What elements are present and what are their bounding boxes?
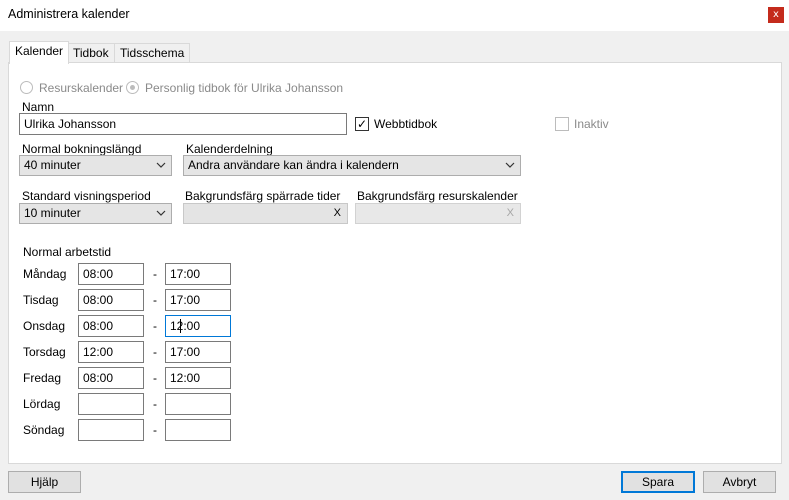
fredag-start-input[interactable]: 08:00 — [78, 367, 144, 389]
sharing-label: Kalenderdelning — [186, 142, 273, 156]
time-separator: - — [153, 423, 157, 437]
view-period-value: 10 minuter — [24, 206, 81, 220]
chevron-down-icon — [505, 162, 515, 168]
lordag-start-input[interactable] — [78, 393, 144, 415]
day-label-onsdag: Onsdag — [23, 319, 66, 333]
mandag-start-input[interactable]: 08:00 — [78, 263, 144, 285]
close-button[interactable]: x — [768, 7, 784, 23]
time-separator: - — [153, 345, 157, 359]
onsdag-start-input[interactable]: 08:00 — [78, 315, 144, 337]
window-title: Administrera kalender — [8, 7, 130, 21]
blocked-color-picker[interactable]: X — [183, 203, 348, 224]
fredag-end-input[interactable]: 12:00 — [165, 367, 231, 389]
torsdag-start-input[interactable]: 12:00 — [78, 341, 144, 363]
time-separator: - — [153, 319, 157, 333]
time-separator: - — [153, 267, 157, 281]
text-cursor — [180, 319, 181, 333]
cancel-button[interactable]: Avbryt — [703, 471, 776, 493]
sharing-select[interactable]: Andra användare kan ändra i kalendern — [183, 155, 521, 176]
name-label: Namn — [22, 100, 55, 114]
lordag-end-input[interactable] — [165, 393, 231, 415]
chevron-down-icon — [156, 210, 166, 216]
sharing-value: Andra användare kan ändra i kalendern — [188, 158, 399, 172]
webbtidbok-label: Webbtidbok — [374, 117, 438, 131]
day-label-sondag: Söndag — [23, 423, 65, 437]
onsdag-end-input[interactable]: 12:00 — [165, 315, 231, 337]
resource-color-picker[interactable]: X — [355, 203, 521, 224]
tab-panel-kalender: Resurskalender Personlig tidbok för Ulri… — [8, 62, 782, 464]
day-label-fredag: Fredag — [23, 371, 62, 385]
time-separator: - — [153, 293, 157, 307]
booking-length-label: Normal bokningslängd — [22, 142, 142, 156]
tab-kalender[interactable]: Kalender — [9, 41, 70, 64]
resource-calendar-label: Resurskalender — [39, 81, 124, 95]
resource-calendar-radio[interactable] — [20, 81, 33, 94]
blocked-color-clear-button[interactable]: X — [334, 207, 341, 219]
inaktiv-label: Inaktiv — [574, 117, 609, 131]
chevron-down-icon — [156, 162, 166, 168]
tisdag-end-input[interactable]: 17:00 — [165, 289, 231, 311]
sondag-start-input[interactable] — [78, 419, 144, 441]
tab-tidsschema[interactable]: Tidsschema — [114, 43, 191, 63]
working-hours-label: Normal arbetstid — [23, 245, 112, 259]
booking-length-select[interactable]: 40 minuter — [19, 155, 172, 176]
sondag-end-input[interactable] — [165, 419, 231, 441]
name-input[interactable]: Ulrika Johansson — [19, 113, 347, 135]
save-button[interactable]: Spara — [621, 471, 695, 493]
personal-calendar-label: Personlig tidbok för Ulrika Johansson — [145, 81, 344, 95]
day-label-lordag: Lördag — [23, 397, 61, 411]
time-separator: - — [153, 397, 157, 411]
tab-tidbok[interactable]: Tidbok — [67, 43, 115, 63]
torsdag-end-input[interactable]: 17:00 — [165, 341, 231, 363]
time-separator: - — [153, 371, 157, 385]
help-button[interactable]: Hjälp — [8, 471, 81, 493]
booking-length-value: 40 minuter — [24, 158, 81, 172]
day-label-torsdag: Torsdag — [23, 345, 66, 359]
blocked-color-label: Bakgrundsfärg spärrade tider — [185, 189, 341, 203]
inaktiv-checkbox[interactable] — [555, 117, 569, 131]
personal-calendar-radio[interactable] — [126, 81, 139, 94]
day-label-tisdag: Tisdag — [23, 293, 59, 307]
view-period-label: Standard visningsperiod — [22, 189, 151, 203]
webbtidbok-checkbox[interactable]: ✓ — [355, 117, 369, 131]
title-bar: Administrera kalender x — [0, 0, 789, 31]
mandag-end-input[interactable]: 17:00 — [165, 263, 231, 285]
resource-color-clear-button[interactable]: X — [507, 207, 514, 219]
day-label-mandag: Måndag — [23, 267, 67, 281]
tisdag-start-input[interactable]: 08:00 — [78, 289, 144, 311]
view-period-select[interactable]: 10 minuter — [19, 203, 172, 224]
resource-color-label: Bakgrundsfärg resurskalender — [357, 189, 518, 203]
